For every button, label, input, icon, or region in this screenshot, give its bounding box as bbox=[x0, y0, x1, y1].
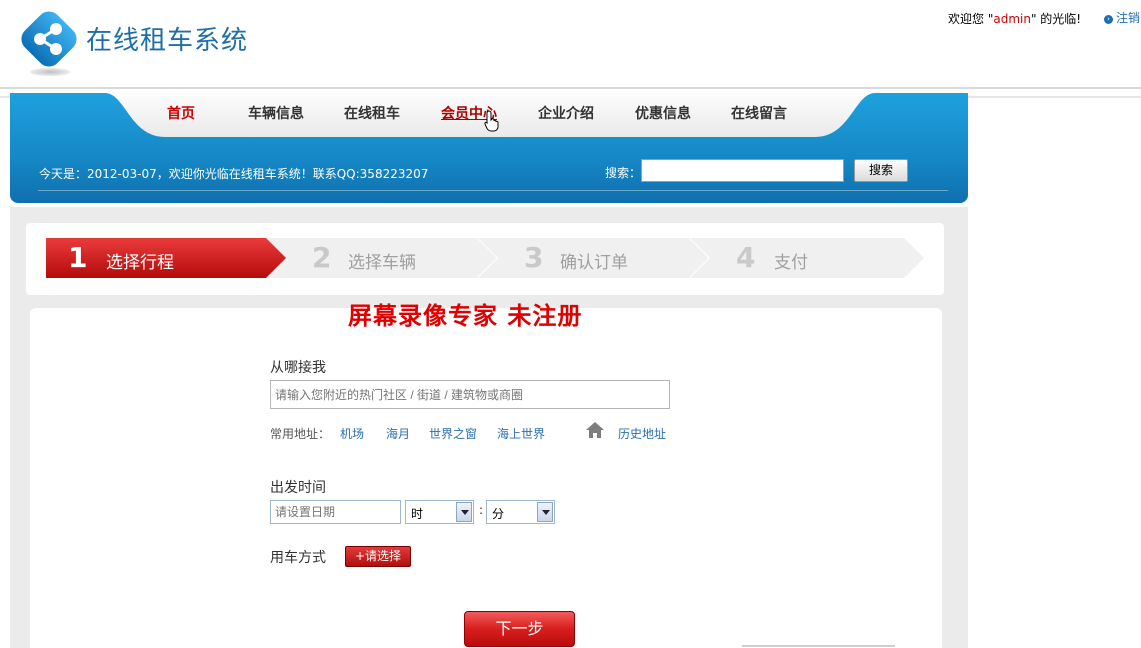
pickup-label: 从哪接我 bbox=[270, 360, 326, 376]
step-2-number: 2 bbox=[312, 241, 332, 274]
step-1: 1 选择行程 bbox=[46, 238, 288, 278]
step-3-number: 3 bbox=[524, 241, 544, 274]
page: 在线租车系统 欢迎您 "admin" 的光临! › 注销 首页 车辆信息 在线租车… bbox=[0, 0, 1141, 648]
pickup-input[interactable] bbox=[270, 380, 670, 409]
bottom-rule bbox=[742, 645, 895, 647]
chevron-down-icon bbox=[456, 502, 472, 522]
chevron-down-icon bbox=[537, 502, 553, 522]
arrow-circle-icon: › bbox=[1104, 15, 1113, 24]
departure-time-label: 出发时间 bbox=[270, 480, 326, 496]
next-step-button[interactable]: 下一步 bbox=[464, 611, 575, 647]
address-link-sea-world[interactable]: 海上世界 bbox=[497, 425, 545, 442]
site-title: 在线租车系统 bbox=[86, 26, 249, 56]
step-3-label: 确认订单 bbox=[560, 253, 628, 273]
hour-select-value: 时 bbox=[411, 507, 424, 521]
site-header: 在线租车系统 欢迎您 "admin" 的光临! › 注销 bbox=[0, 0, 1141, 98]
date-input[interactable] bbox=[270, 500, 401, 524]
welcome-text: 欢迎您 "admin" 的光临! bbox=[948, 12, 1082, 26]
car-mode-label: 用车方式 bbox=[270, 550, 326, 566]
nav-offers[interactable]: 优惠信息 bbox=[635, 103, 691, 123]
choose-mode-button[interactable]: +请选择 bbox=[345, 546, 411, 567]
username: admin bbox=[993, 12, 1031, 26]
address-link-window-of-world[interactable]: 世界之窗 bbox=[429, 425, 477, 442]
search-label: 搜索： bbox=[605, 166, 642, 180]
step-4-number: 4 bbox=[736, 241, 756, 274]
banner-rule bbox=[38, 190, 948, 191]
step-2-label: 选择车辆 bbox=[348, 253, 416, 273]
minute-select-value: 分 bbox=[492, 507, 505, 521]
nav-messages[interactable]: 在线留言 bbox=[731, 103, 787, 123]
nav-about[interactable]: 企业介绍 bbox=[538, 103, 594, 123]
share-logo-icon bbox=[21, 11, 77, 67]
nav-home[interactable]: 首页 bbox=[167, 103, 195, 123]
plus-icon: + bbox=[354, 549, 366, 563]
today-info: 今天是：2012-03-07，欢迎你光临在线租车系统！联系QQ:35822320… bbox=[39, 167, 429, 181]
header-divider bbox=[0, 87, 1141, 89]
address-link-haiyue[interactable]: 海月 bbox=[386, 425, 410, 442]
search-input[interactable] bbox=[641, 159, 844, 182]
step-1-number: 1 bbox=[68, 241, 88, 274]
logo-shadow bbox=[30, 68, 70, 76]
nav-rent-online[interactable]: 在线租车 bbox=[344, 103, 400, 123]
hand-cursor-icon bbox=[484, 110, 499, 132]
step-4-label: 支付 bbox=[774, 253, 808, 273]
step-3: 3 确认订单 bbox=[478, 238, 710, 278]
history-address-link[interactable]: 历史地址 bbox=[618, 425, 666, 442]
step-1-label: 选择行程 bbox=[106, 253, 174, 273]
minute-select[interactable]: 分 bbox=[486, 500, 555, 524]
address-link-airport[interactable]: 机场 bbox=[340, 425, 364, 442]
home-icon bbox=[586, 422, 604, 438]
common-address-label: 常用地址： bbox=[270, 427, 331, 441]
step-4: 4 支付 bbox=[690, 238, 924, 278]
booking-form bbox=[30, 308, 942, 648]
nav-vehicles[interactable]: 车辆信息 bbox=[248, 103, 304, 123]
search-button[interactable]: 搜索 bbox=[854, 159, 908, 182]
step-2: 2 选择车辆 bbox=[266, 238, 498, 278]
logout-link[interactable]: › 注销 bbox=[1104, 9, 1140, 26]
time-colon: : bbox=[479, 503, 484, 517]
hour-select[interactable]: 时 bbox=[405, 500, 474, 524]
recorder-watermark: 屏幕录像专家 未注册 bbox=[348, 301, 583, 330]
